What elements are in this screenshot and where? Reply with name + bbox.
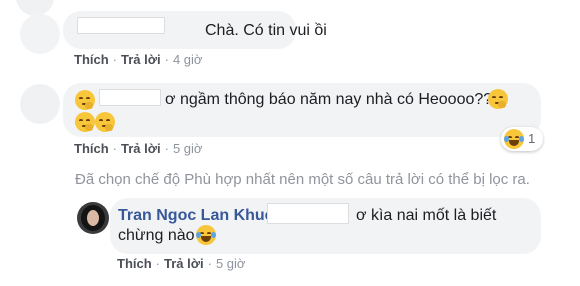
- comment-text: ơ ngầm thông báo năm nay nhà có Heoooo??…: [165, 91, 502, 108]
- reply-author-name[interactable]: Tran Ngoc Lan Khue: [118, 205, 274, 226]
- reply-bubble: Tran Ngoc Lan Khue ơ kìa nai mốt là biết…: [110, 198, 541, 254]
- timestamp[interactable]: 4 giờ: [173, 52, 203, 67]
- comment-text: Chà. Có tin vui ồi: [205, 22, 327, 39]
- filter-notice: Đã chọn chế độ Phù hợp nhất nên một số c…: [75, 171, 530, 188]
- like-link[interactable]: Thích: [74, 141, 109, 156]
- reply-text-line2: chừng nào: [118, 227, 195, 244]
- commenter-avatar[interactable]: [20, 84, 60, 124]
- timestamp[interactable]: 5 giờ: [216, 256, 246, 271]
- reply-link[interactable]: Trả lời: [121, 52, 161, 67]
- comment-actions: Thích · Trả lời · 5 giờ: [74, 141, 203, 156]
- laughing-emoji-icon: [196, 225, 216, 245]
- reply-link[interactable]: Trả lời: [121, 141, 161, 156]
- commenter-avatar[interactable]: [20, 14, 60, 54]
- thinking-emoji-icon: [488, 89, 508, 109]
- haha-reaction-icon: [504, 129, 524, 149]
- thinking-emoji-icon: [75, 90, 95, 110]
- reply-text-line1: ơ kìa nai mốt là biết: [356, 207, 497, 224]
- redacted-author-name[interactable]: [99, 89, 161, 106]
- comment-bubble: ơ ngầm thông báo năm nay nhà có Heoooo??…: [63, 83, 541, 137]
- comment-actions: Thích · Trả lời · 4 giờ: [74, 52, 203, 67]
- comment-bubble: Chà. Có tin vui ồi: [63, 11, 327, 49]
- timestamp[interactable]: 5 giờ: [173, 141, 203, 156]
- reply-link[interactable]: Trả lời: [164, 256, 204, 271]
- redacted-author-name[interactable]: [77, 17, 165, 34]
- like-link[interactable]: Thích: [74, 52, 109, 67]
- reply-author-avatar[interactable]: [77, 202, 109, 234]
- reaction-summary[interactable]: 1: [501, 127, 543, 151]
- redacted-mention[interactable]: [267, 203, 349, 224]
- like-link[interactable]: Thích: [117, 256, 152, 271]
- reaction-count: 1: [528, 131, 536, 146]
- thinking-emoji-icon: [95, 112, 115, 132]
- reply-actions: Thích · Trả lời · 5 giờ: [117, 256, 246, 271]
- thinking-emoji-icon: [75, 112, 95, 132]
